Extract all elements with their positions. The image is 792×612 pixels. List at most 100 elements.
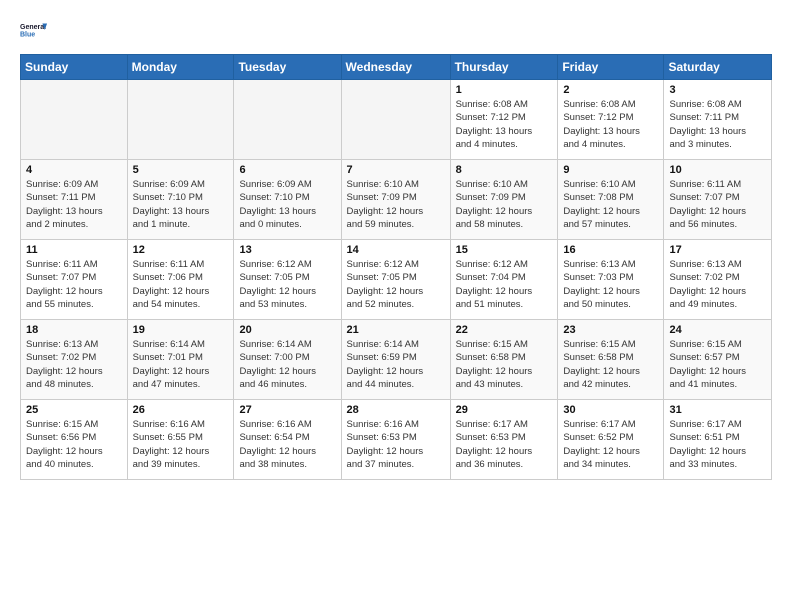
day-cell: 18 Sunrise: 6:13 AMSunset: 7:02 PMDayligh… — [21, 320, 128, 400]
weekday-header-saturday: Saturday — [664, 55, 772, 80]
day-number: 5 — [133, 164, 229, 176]
day-number: 26 — [133, 404, 229, 416]
day-number: 20 — [239, 324, 335, 336]
svg-text:General: General — [20, 24, 46, 31]
day-number: 22 — [456, 324, 553, 336]
day-number: 4 — [26, 164, 122, 176]
week-row-3: 11 Sunrise: 6:11 AMSunset: 7:07 PMDayligh… — [21, 240, 772, 320]
day-cell: 6Sunrise: 6:09 AMSunset: 7:10 PMDaylight… — [234, 160, 341, 240]
day-cell: 19Sunrise: 6:14 AMSunset: 7:01 PMDayligh… — [127, 320, 234, 400]
day-info: Sunrise: 6:11 AMSunset: 7:07 PMDaylight:… — [669, 178, 766, 231]
day-number: 30 — [563, 404, 658, 416]
weekday-header-wednesday: Wednesday — [341, 55, 450, 80]
day-cell: 17 Sunrise: 6:13 AMSunset: 7:02 PMDayligh… — [664, 240, 772, 320]
day-cell: 29Sunrise: 6:17 AMSunset: 6:53 PMDayligh… — [450, 400, 558, 480]
day-info: Sunrise: 6:17 AMSunset: 6:52 PMDaylight:… — [563, 418, 658, 471]
day-number: 21 — [347, 324, 445, 336]
day-info: Sunrise: 6:13 AMSunset: 7:03 PMDaylight:… — [563, 258, 658, 311]
day-cell: 9 Sunrise: 6:10 AMSunset: 7:08 PMDaylight… — [558, 160, 664, 240]
day-cell: 24 Sunrise: 6:15 AMSunset: 6:57 PMDayligh… — [664, 320, 772, 400]
day-info: Sunrise: 6:09 AMSunset: 7:10 PMDaylight:… — [133, 178, 229, 231]
day-cell: 2Sunrise: 6:08 AMSunset: 7:12 PMDaylight… — [558, 80, 664, 160]
day-number: 16 — [563, 244, 658, 256]
day-cell: 13 Sunrise: 6:12 AMSunset: 7:05 PMDayligh… — [234, 240, 341, 320]
day-number: 23 — [563, 324, 658, 336]
logo: GeneralBlue — [20, 16, 48, 44]
day-info: Sunrise: 6:15 AMSunset: 6:56 PMDaylight:… — [26, 418, 122, 471]
day-number: 10 — [669, 164, 766, 176]
day-cell — [21, 80, 128, 160]
week-row-4: 18 Sunrise: 6:13 AMSunset: 7:02 PMDayligh… — [21, 320, 772, 400]
day-cell: 28 Sunrise: 6:16 AMSunset: 6:53 PMDayligh… — [341, 400, 450, 480]
day-cell: 7 Sunrise: 6:10 AMSunset: 7:09 PMDaylight… — [341, 160, 450, 240]
day-info: Sunrise: 6:10 AMSunset: 7:08 PMDaylight:… — [563, 178, 658, 231]
day-number: 9 — [563, 164, 658, 176]
logo-icon: GeneralBlue — [20, 16, 48, 44]
day-number: 18 — [26, 324, 122, 336]
day-info: Sunrise: 6:17 AMSunset: 6:51 PMDaylight:… — [669, 418, 766, 471]
day-info: Sunrise: 6:12 AMSunset: 7:05 PMDaylight:… — [239, 258, 335, 311]
day-cell: 12Sunrise: 6:11 AMSunset: 7:06 PMDayligh… — [127, 240, 234, 320]
week-row-1: 1Sunrise: 6:08 AMSunset: 7:12 PMDaylight… — [21, 80, 772, 160]
day-cell: 23Sunrise: 6:15 AMSunset: 6:58 PMDayligh… — [558, 320, 664, 400]
day-info: Sunrise: 6:13 AMSunset: 7:02 PMDaylight:… — [26, 338, 122, 391]
day-info: Sunrise: 6:16 AMSunset: 6:53 PMDaylight:… — [347, 418, 445, 471]
day-info: Sunrise: 6:11 AMSunset: 7:07 PMDaylight:… — [26, 258, 122, 311]
day-cell — [341, 80, 450, 160]
weekday-header-sunday: Sunday — [21, 55, 128, 80]
header: GeneralBlue — [20, 16, 772, 44]
day-number: 6 — [239, 164, 335, 176]
day-info: Sunrise: 6:12 AMSunset: 7:05 PMDaylight:… — [347, 258, 445, 311]
day-number: 15 — [456, 244, 553, 256]
day-cell: 22Sunrise: 6:15 AMSunset: 6:58 PMDayligh… — [450, 320, 558, 400]
svg-text:Blue: Blue — [20, 32, 35, 39]
day-cell: 16 Sunrise: 6:13 AMSunset: 7:03 PMDayligh… — [558, 240, 664, 320]
day-cell: 26 Sunrise: 6:16 AMSunset: 6:55 PMDayligh… — [127, 400, 234, 480]
day-info: Sunrise: 6:14 AMSunset: 7:00 PMDaylight:… — [239, 338, 335, 391]
day-number: 13 — [239, 244, 335, 256]
day-number: 17 — [669, 244, 766, 256]
day-info: Sunrise: 6:09 AMSunset: 7:11 PMDaylight:… — [26, 178, 122, 231]
day-info: Sunrise: 6:10 AMSunset: 7:09 PMDaylight:… — [347, 178, 445, 231]
week-row-5: 25 Sunrise: 6:15 AMSunset: 6:56 PMDayligh… — [21, 400, 772, 480]
day-number: 11 — [26, 244, 122, 256]
day-cell: 1Sunrise: 6:08 AMSunset: 7:12 PMDaylight… — [450, 80, 558, 160]
day-number: 7 — [347, 164, 445, 176]
day-number: 28 — [347, 404, 445, 416]
day-cell: 11 Sunrise: 6:11 AMSunset: 7:07 PMDayligh… — [21, 240, 128, 320]
day-cell: 4 Sunrise: 6:09 AMSunset: 7:11 PMDaylight… — [21, 160, 128, 240]
day-cell — [234, 80, 341, 160]
weekday-header-row: SundayMondayTuesdayWednesdayThursdayFrid… — [21, 55, 772, 80]
day-info: Sunrise: 6:14 AMSunset: 7:01 PMDaylight:… — [133, 338, 229, 391]
week-row-2: 4 Sunrise: 6:09 AMSunset: 7:11 PMDaylight… — [21, 160, 772, 240]
weekday-header-friday: Friday — [558, 55, 664, 80]
day-info: Sunrise: 6:08 AMSunset: 7:12 PMDaylight:… — [563, 98, 658, 151]
day-number: 25 — [26, 404, 122, 416]
day-number: 24 — [669, 324, 766, 336]
day-number: 14 — [347, 244, 445, 256]
day-info: Sunrise: 6:16 AMSunset: 6:55 PMDaylight:… — [133, 418, 229, 471]
calendar: SundayMondayTuesdayWednesdayThursdayFrid… — [20, 54, 772, 480]
day-info: Sunrise: 6:13 AMSunset: 7:02 PMDaylight:… — [669, 258, 766, 311]
day-number: 8 — [456, 164, 553, 176]
day-info: Sunrise: 6:16 AMSunset: 6:54 PMDaylight:… — [239, 418, 335, 471]
day-cell: 3 Sunrise: 6:08 AMSunset: 7:11 PMDaylight… — [664, 80, 772, 160]
page: GeneralBlue SundayMondayTuesdayWednesday… — [0, 0, 792, 496]
day-info: Sunrise: 6:08 AMSunset: 7:11 PMDaylight:… — [669, 98, 766, 151]
day-cell: 10 Sunrise: 6:11 AMSunset: 7:07 PMDayligh… — [664, 160, 772, 240]
day-number: 29 — [456, 404, 553, 416]
day-info: Sunrise: 6:14 AMSunset: 6:59 PMDaylight:… — [347, 338, 445, 391]
day-cell: 5 Sunrise: 6:09 AMSunset: 7:10 PMDaylight… — [127, 160, 234, 240]
day-cell: 25 Sunrise: 6:15 AMSunset: 6:56 PMDayligh… — [21, 400, 128, 480]
day-cell: 30 Sunrise: 6:17 AMSunset: 6:52 PMDayligh… — [558, 400, 664, 480]
day-cell — [127, 80, 234, 160]
day-cell: 31 Sunrise: 6:17 AMSunset: 6:51 PMDayligh… — [664, 400, 772, 480]
day-number: 31 — [669, 404, 766, 416]
day-cell: 8Sunrise: 6:10 AMSunset: 7:09 PMDaylight… — [450, 160, 558, 240]
day-cell: 27Sunrise: 6:16 AMSunset: 6:54 PMDayligh… — [234, 400, 341, 480]
day-info: Sunrise: 6:12 AMSunset: 7:04 PMDaylight:… — [456, 258, 553, 311]
day-info: Sunrise: 6:15 AMSunset: 6:57 PMDaylight:… — [669, 338, 766, 391]
day-cell: 15 Sunrise: 6:12 AMSunset: 7:04 PMDayligh… — [450, 240, 558, 320]
day-number: 3 — [669, 84, 766, 96]
day-info: Sunrise: 6:11 AMSunset: 7:06 PMDaylight:… — [133, 258, 229, 311]
